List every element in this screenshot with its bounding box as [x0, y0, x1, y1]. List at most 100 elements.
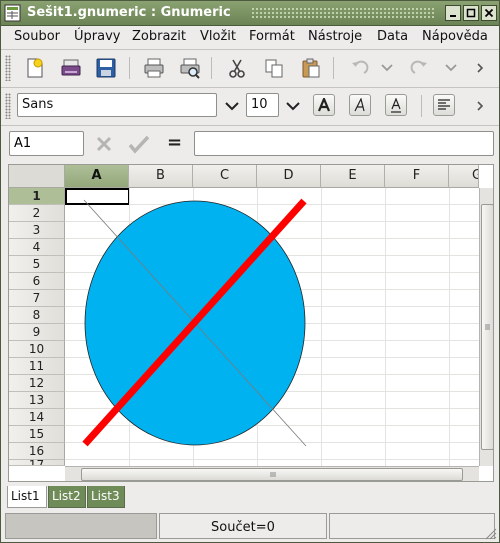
- font-size-combo[interactable]: 10: [246, 93, 279, 117]
- print-preview-icon: [180, 58, 200, 79]
- function-equals-button[interactable]: =: [167, 132, 182, 153]
- close-icon: [484, 8, 494, 18]
- bold-button[interactable]: [313, 94, 335, 116]
- row-header[interactable]: 14: [9, 409, 65, 426]
- format-toolbar-overflow-button[interactable]: [471, 92, 491, 120]
- menu-format[interactable]: Formát: [249, 29, 295, 44]
- italic-icon: [354, 98, 365, 112]
- menu-edit[interactable]: Úpravy: [74, 29, 120, 44]
- undo-button[interactable]: [345, 54, 373, 82]
- font-size-value: 10: [251, 97, 268, 112]
- copy-icon: [265, 59, 283, 78]
- font-name-combo[interactable]: Sans: [17, 93, 217, 117]
- save-button[interactable]: [92, 54, 120, 82]
- underline-button[interactable]: [385, 94, 407, 116]
- sheet-tab-list1[interactable]: List1: [7, 486, 47, 508]
- row-header[interactable]: 6: [9, 273, 65, 290]
- horizontal-scrollbar[interactable]: [65, 466, 479, 481]
- row-header[interactable]: 9: [9, 324, 65, 341]
- cell-reference-box[interactable]: A1: [9, 131, 84, 156]
- menu-tools[interactable]: Nástroje: [308, 29, 362, 44]
- minimize-button[interactable]: [445, 5, 461, 21]
- menu-view[interactable]: Zobrazit: [132, 29, 186, 44]
- overflow-icon: [477, 101, 484, 111]
- accept-edit-button[interactable]: [125, 130, 153, 158]
- toolbar-divider: [333, 57, 334, 79]
- resize-grip-icon[interactable]: [485, 528, 497, 540]
- open-button[interactable]: [57, 54, 85, 82]
- cancel-edit-button[interactable]: [90, 130, 118, 158]
- copy-button[interactable]: [260, 54, 288, 82]
- row-header[interactable]: 2: [9, 205, 65, 222]
- close-button[interactable]: [481, 5, 497, 21]
- auto-expression-box[interactable]: Součet=0: [159, 513, 327, 539]
- column-header[interactable]: E: [321, 165, 385, 188]
- print-preview-button[interactable]: [176, 54, 204, 82]
- row-header[interactable]: 12: [9, 375, 65, 392]
- vertical-scroll-thumb[interactable]: [481, 204, 493, 450]
- horizontal-scroll-thumb[interactable]: [81, 468, 463, 481]
- overflow-icon: [477, 63, 484, 73]
- redo-button[interactable]: [406, 54, 434, 82]
- toolbar-separator: [1, 49, 499, 50]
- chevron-down-icon: [225, 101, 239, 110]
- column-header[interactable]: A: [65, 165, 129, 188]
- cancel-x-icon: [96, 136, 112, 152]
- menu-help[interactable]: Nápověda: [422, 29, 488, 44]
- gnumeric-window: Sešit1.gnumeric : Gnumeric Soubor Úpravy…: [0, 0, 500, 543]
- toolbar-handle[interactable]: [5, 55, 11, 81]
- row-header[interactable]: 15: [9, 426, 65, 443]
- row-header[interactable]: 3: [9, 222, 65, 239]
- window-title: Sešit1.gnumeric : Gnumeric: [27, 5, 231, 20]
- new-document-icon: [27, 58, 43, 78]
- column-header[interactable]: D: [257, 165, 321, 188]
- font-name-dropdown[interactable]: [221, 92, 243, 120]
- column-header[interactable]: B: [129, 165, 193, 188]
- row-header[interactable]: 1: [9, 188, 65, 205]
- row-header[interactable]: 5: [9, 256, 65, 273]
- row-header[interactable]: 7: [9, 290, 65, 307]
- new-button[interactable]: [21, 54, 49, 82]
- cell-reference-value: A1: [14, 136, 32, 151]
- row-header[interactable]: 16: [9, 443, 65, 460]
- paste-button[interactable]: [297, 54, 325, 82]
- gnumeric-app-icon[interactable]: [4, 4, 21, 22]
- title-bar[interactable]: Sešit1.gnumeric : Gnumeric: [1, 1, 499, 26]
- print-button[interactable]: [140, 54, 168, 82]
- sheet-tab-list2[interactable]: List2: [48, 486, 86, 508]
- column-header[interactable]: F: [385, 165, 449, 188]
- cut-button[interactable]: [223, 54, 251, 82]
- redo-icon: [410, 60, 427, 74]
- redo-history-dropdown[interactable]: [441, 54, 461, 82]
- printer-icon: [144, 58, 164, 78]
- chevron-down-icon: [286, 101, 300, 110]
- row-header[interactable]: 10: [9, 341, 65, 358]
- align-left-button[interactable]: [433, 94, 455, 116]
- grip-icon: [270, 472, 276, 477]
- maximize-icon: [466, 8, 476, 18]
- status-message-area: [329, 513, 495, 539]
- italic-button[interactable]: [349, 94, 371, 116]
- undo-history-dropdown[interactable]: [377, 54, 397, 82]
- toolbar-handle[interactable]: [5, 93, 11, 119]
- row-header[interactable]: 4: [9, 239, 65, 256]
- row-header[interactable]: 11: [9, 358, 65, 375]
- menu-insert[interactable]: Vložit: [200, 29, 236, 44]
- menu-file[interactable]: Soubor: [14, 29, 60, 44]
- save-disk-icon: [96, 58, 116, 78]
- formula-input[interactable]: [194, 131, 494, 156]
- sheet-tab-list3[interactable]: List3: [87, 486, 125, 508]
- toolbar-overflow-button[interactable]: [471, 54, 491, 82]
- row-header[interactable]: 8: [9, 307, 65, 324]
- toolbar-separator: [1, 125, 499, 126]
- font-size-dropdown[interactable]: [282, 92, 304, 120]
- align-left-icon: [438, 99, 450, 110]
- column-header[interactable]: C: [193, 165, 257, 188]
- menu-bar: Soubor Úpravy Zobrazit Vložit Formát Nás…: [1, 26, 499, 48]
- vertical-scrollbar[interactable]: [479, 188, 493, 466]
- column-header[interactable]: G: [449, 165, 479, 188]
- row-header[interactable]: 13: [9, 392, 65, 409]
- maximize-button[interactable]: [463, 5, 479, 21]
- row-header[interactable]: 17: [9, 460, 65, 466]
- menu-data[interactable]: Data: [377, 29, 408, 44]
